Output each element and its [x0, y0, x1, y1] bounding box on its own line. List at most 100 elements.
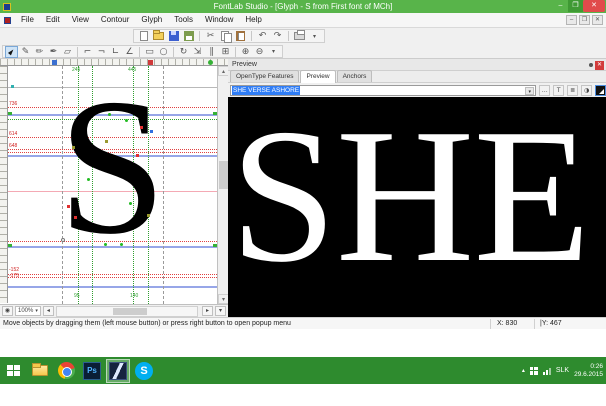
sample-text-combobox[interactable]: SHE VERSE ASHORE ▾ [230, 85, 536, 96]
network-signal-icon[interactable] [543, 367, 551, 375]
corner-node[interactable] [67, 205, 70, 208]
editor-options-icon[interactable]: ▾ [215, 306, 226, 316]
menu-view[interactable]: View [66, 13, 95, 27]
curve-node[interactable] [120, 243, 123, 246]
curve-node[interactable] [104, 243, 107, 246]
restore-button[interactable]: ❐ [568, 0, 583, 12]
ruler-marker-green[interactable] [208, 60, 213, 65]
language-indicator[interactable]: SLK [556, 367, 569, 374]
title-bar[interactable]: FontLab Studio - [Glyph - S from First f… [0, 0, 606, 13]
curve-node[interactable] [87, 178, 90, 181]
zoom-mode-icon[interactable]: ◉ [2, 306, 13, 316]
corner-node[interactable] [140, 126, 143, 129]
menu-window[interactable]: Window [199, 13, 239, 27]
menu-glyph[interactable]: Glyph [135, 13, 168, 27]
scrollbar-thumb[interactable] [113, 308, 147, 315]
close-button[interactable]: ✕ [583, 0, 605, 12]
undo-icon[interactable]: ↶ [256, 30, 269, 42]
taskbar-file-explorer[interactable] [28, 359, 52, 383]
clock[interactable]: 0:26 29.6.2015 [574, 363, 603, 379]
scroll-left-icon[interactable]: ◂ [43, 306, 54, 316]
free-transform-icon[interactable]: ⊞ [219, 46, 232, 58]
mdi-close-button[interactable]: ✕ [592, 15, 603, 25]
menu-help[interactable]: Help [239, 13, 267, 27]
rectangle-tool-icon[interactable]: ▭ [143, 46, 156, 58]
ruler-marker-blue[interactable] [52, 60, 57, 65]
new-document-icon[interactable] [137, 30, 150, 42]
vertical-ruler[interactable] [0, 66, 8, 303]
edit-pointer-icon[interactable]: ► [5, 46, 18, 58]
curve-node[interactable] [125, 119, 128, 122]
features-filter-icon[interactable]: T [553, 85, 564, 96]
glyph-editor[interactable]: 736 614 648 -152 -175 245 445 95 140 S [0, 59, 228, 317]
ink-pen-icon[interactable]: ✒ [47, 46, 60, 58]
paste-icon[interactable] [234, 30, 247, 42]
eraser-icon[interactable]: ▱ [61, 46, 74, 58]
preview-render-area[interactable]: SHE VERSE ASHORE [228, 97, 606, 317]
save-all-icon[interactable] [182, 30, 195, 42]
rotate-tool-icon[interactable]: ↻ [177, 46, 190, 58]
print-icon[interactable] [293, 30, 306, 42]
hint-node[interactable] [105, 140, 108, 143]
tools-more-icon[interactable]: ▾ [267, 46, 280, 58]
minimize-button[interactable]: – [553, 0, 568, 12]
ruler-marker-red[interactable] [148, 60, 153, 65]
tab-preview[interactable]: Preview [300, 70, 335, 83]
zoom-in-icon[interactable]: ⊕ [239, 46, 252, 58]
pen-icon[interactable]: ✎ [19, 46, 32, 58]
menu-tools[interactable]: Tools [168, 13, 199, 27]
slant-tool-icon[interactable]: ∥ [205, 46, 218, 58]
corner-node[interactable] [74, 216, 77, 219]
menu-edit[interactable]: Edit [40, 13, 66, 27]
open-icon[interactable] [152, 30, 165, 42]
taskbar-fontlab-studio[interactable] [106, 359, 130, 383]
angle-tool-icon[interactable]: ∠ [123, 46, 136, 58]
horizontal-scrollbar[interactable] [56, 306, 198, 317]
zoom-level-select[interactable]: 100% ▾ [15, 306, 41, 316]
tangent-tool-icon[interactable]: ∟ [109, 46, 122, 58]
knife-icon[interactable]: ⌐ [81, 46, 94, 58]
scale-tool-icon[interactable]: ⇲ [191, 46, 204, 58]
invert-colors-button[interactable] [595, 85, 606, 96]
sample-text-value[interactable]: SHE VERSE ASHORE [232, 86, 300, 95]
curve-node[interactable] [108, 113, 111, 116]
save-icon[interactable] [167, 30, 180, 42]
menu-contour[interactable]: Contour [95, 13, 135, 27]
curve-node[interactable] [129, 202, 132, 205]
scrollbar-thumb[interactable] [219, 161, 228, 189]
descender-line[interactable] [8, 286, 217, 288]
tab-opentype-features[interactable]: OpenType Features [230, 70, 299, 82]
metric-edge-marker[interactable] [8, 244, 12, 247]
redo-icon[interactable]: ↷ [271, 30, 284, 42]
menu-file[interactable]: File [15, 13, 40, 27]
mdi-restore-button[interactable]: ❐ [579, 15, 590, 25]
tray-expand-icon[interactable]: ▴ [522, 367, 525, 374]
toolbar-more-icon[interactable]: ▾ [308, 30, 321, 42]
mdi-minimize-button[interactable]: – [566, 15, 577, 25]
taskbar-photoshop[interactable]: Ps [80, 359, 104, 383]
cut-icon[interactable]: ✂ [204, 30, 217, 42]
combo-dropdown-icon[interactable]: ▾ [525, 87, 534, 95]
ellipse-tool-icon[interactable]: ○ [157, 46, 170, 58]
start-button[interactable] [0, 357, 26, 384]
vertical-scrollbar[interactable]: ▴ ▾ [217, 66, 228, 304]
taskbar-chrome[interactable] [54, 359, 78, 383]
options-dots-icon[interactable]: … [539, 85, 550, 96]
contrast-icon[interactable]: ◑ [581, 85, 592, 96]
scroll-right-icon[interactable]: ▸ [202, 306, 213, 316]
metric-edge-marker[interactable] [8, 112, 12, 115]
hint-line[interactable] [8, 277, 217, 278]
corner-node[interactable] [136, 154, 139, 157]
copy-icon[interactable] [219, 30, 232, 42]
action-center-icon[interactable] [530, 367, 538, 375]
pin-icon[interactable] [589, 63, 593, 67]
panel-close-button[interactable]: ✕ [595, 61, 604, 70]
sample-list-icon[interactable]: ≣ [567, 85, 578, 96]
taskbar-skype[interactable]: S [132, 359, 156, 383]
selected-node[interactable] [150, 130, 153, 133]
glyph-canvas[interactable]: 736 614 648 -152 -175 245 445 95 140 S [8, 66, 217, 304]
tab-anchors[interactable]: Anchors [337, 70, 373, 82]
hint-node[interactable] [147, 214, 150, 217]
glyph-outline[interactable]: S [58, 70, 166, 265]
hint-node[interactable] [72, 146, 75, 149]
